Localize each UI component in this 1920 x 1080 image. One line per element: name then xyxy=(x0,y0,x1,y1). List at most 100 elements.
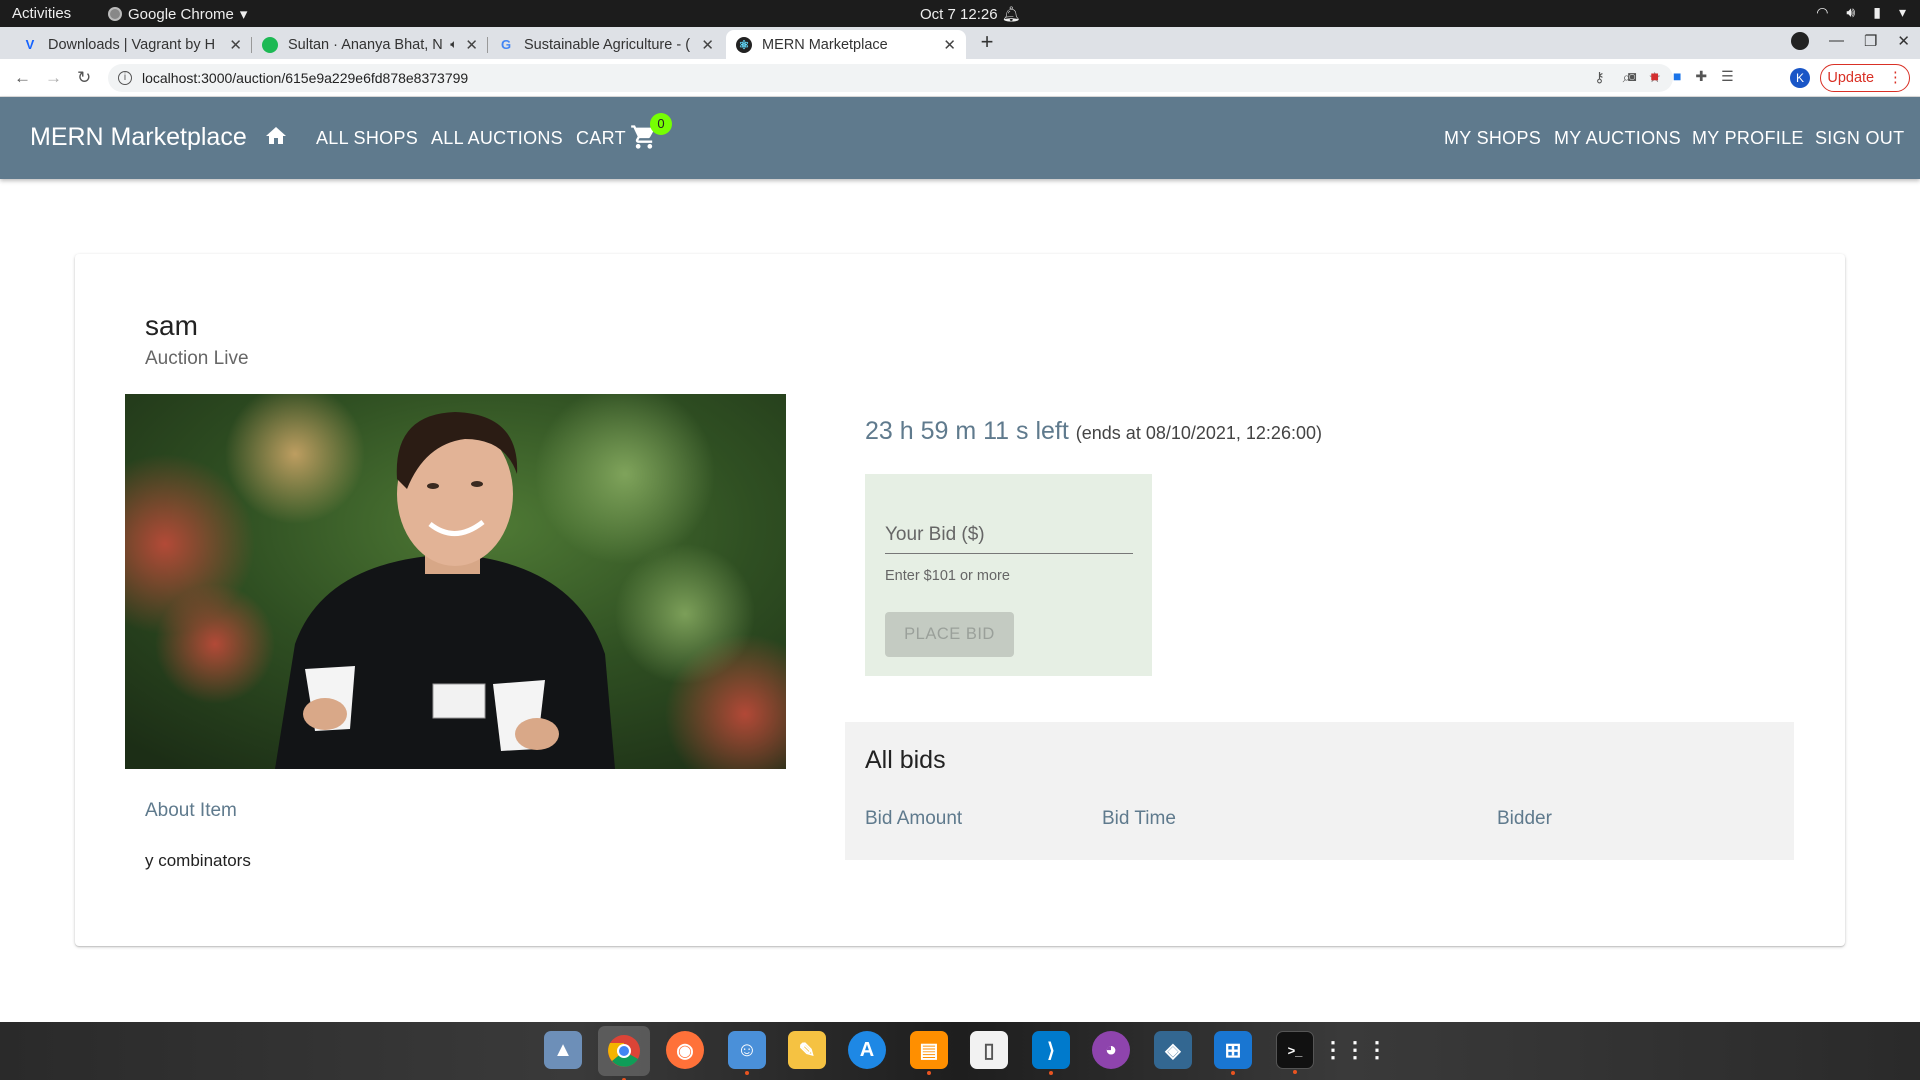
running-indicator xyxy=(1231,1071,1235,1075)
item-description: y combinators xyxy=(145,851,251,870)
bids-heading: All bids xyxy=(865,746,946,774)
profile-avatar[interactable]: K xyxy=(1790,68,1810,88)
brand-title[interactable]: MERN Marketplace xyxy=(30,123,247,152)
back-button[interactable]: ← xyxy=(14,68,31,88)
minimize-button[interactable]: — xyxy=(1829,32,1844,50)
dock-terminal-icon[interactable]: >_ xyxy=(1276,1031,1314,1074)
speaker-icon[interactable]: 🔈︎ xyxy=(450,37,457,52)
bid-input[interactable] xyxy=(885,553,1133,554)
activities-button[interactable]: Activities xyxy=(12,5,71,22)
react-icon: ⚛ xyxy=(736,36,752,53)
close-icon[interactable]: ✕ xyxy=(229,36,242,54)
tab-mern-marketplace[interactable]: ⚛ MERN Marketplace ✕ xyxy=(726,30,966,59)
nav-all-auctions[interactable]: ALL AUCTIONS xyxy=(431,128,563,149)
app-name: Google Chrome xyxy=(128,5,234,23)
home-icon[interactable] xyxy=(264,124,288,148)
about-item-heading: About Item xyxy=(145,800,237,821)
time-left: 23 h 59 m 11 s left (ends at 08/10/2021,… xyxy=(865,417,1322,446)
auction-title: sam xyxy=(145,310,198,341)
update-button[interactable]: Update ⋮ xyxy=(1820,64,1910,92)
dock-postgres-icon[interactable]: ◈ xyxy=(1154,1031,1192,1069)
restore-button[interactable]: ❐ xyxy=(1864,32,1877,50)
url-text: localhost:3000/auction/615e9a229e6fd878e… xyxy=(142,70,469,86)
battery-icon: ▮ xyxy=(1873,4,1881,20)
dock-app-store-icon[interactable]: A xyxy=(848,1031,886,1069)
dock-finder-icon[interactable]: ☺ xyxy=(728,1031,766,1075)
tab-vagrant[interactable]: V Downloads | Vagrant by H ✕ xyxy=(12,30,252,59)
dock-firefox-icon[interactable]: ◉ xyxy=(666,1031,704,1069)
camera-icon[interactable]: ◙ xyxy=(1628,68,1636,85)
extension-blue-icon[interactable]: ■ xyxy=(1673,68,1681,85)
dock-app-grid-icon[interactable]: ⋮⋮⋮ xyxy=(1322,1031,1388,1069)
chevron-down-icon: ▾ xyxy=(239,6,248,23)
google-icon: G xyxy=(500,37,512,52)
app-bar: MERN Marketplace ALL SHOPS ALL AUCTIONS … xyxy=(0,97,1920,179)
tab-strip: V Downloads | Vagrant by H ✕ Sultan · An… xyxy=(0,27,1920,59)
app-menu[interactable]: Google Chrome ▾ xyxy=(108,5,247,23)
auction-image xyxy=(125,394,786,769)
dock-image-viewer-icon[interactable]: ▲ xyxy=(544,1031,582,1069)
close-icon[interactable]: ✕ xyxy=(943,36,956,54)
tab-title: Sustainable Agriculture - ( xyxy=(524,36,691,53)
tab-title: Sultan · Ananya Bhat, N xyxy=(288,36,443,53)
dock-notes-icon[interactable]: ✎ xyxy=(788,1031,826,1069)
media-control-icon[interactable] xyxy=(1790,32,1809,50)
tab-spotify[interactable]: Sultan · Ananya Bhat, N 🔈︎ ✕ xyxy=(252,30,488,59)
dock-github-icon[interactable]: ◕ xyxy=(1092,1031,1130,1069)
key-icon[interactable]: ⚷ xyxy=(1594,69,1604,86)
dock-chrome-icon[interactable] xyxy=(598,1026,650,1080)
system-tray[interactable]: ◠ 🔊︎ ▮ ▾ xyxy=(1816,4,1906,21)
tab-google-search[interactable]: G Sustainable Agriculture - ( ✕ xyxy=(488,30,724,59)
extension-red-icon[interactable]: ■ xyxy=(1650,68,1658,85)
address-bar-row: ← → ↻ i localhost:3000/auction/615e9a229… xyxy=(0,59,1920,97)
column-bid-time: Bid Time xyxy=(1102,808,1176,829)
chevron-down-icon: ▾ xyxy=(1898,4,1906,20)
bell-icon: 🔔︎ xyxy=(1001,6,1021,23)
dock-remote-desktop-icon[interactable]: ⊞ xyxy=(1214,1031,1252,1075)
info-icon[interactable]: i xyxy=(118,71,132,85)
close-window-button[interactable]: ✕ xyxy=(1897,32,1910,50)
nav-cart[interactable]: CART xyxy=(576,128,626,149)
nav-my-auctions[interactable]: MY AUCTIONS xyxy=(1554,128,1681,149)
nav-my-shops[interactable]: MY SHOPS xyxy=(1444,128,1541,149)
close-icon[interactable]: ✕ xyxy=(701,36,714,54)
clock[interactable]: Oct 7 12:26 🔔︎ xyxy=(920,5,1021,23)
auction-status: Auction Live xyxy=(145,348,249,369)
extensions: ◙ ■ ■ ✚ ☰ xyxy=(1628,68,1734,85)
reading-list-icon[interactable]: ☰ xyxy=(1721,68,1734,85)
cart-count-badge: 0 xyxy=(650,113,672,135)
vagrant-icon: V xyxy=(25,37,35,52)
bids-table: All bids Bid Amount Bid Time Bidder xyxy=(845,722,1794,860)
chrome-icon xyxy=(108,7,122,21)
bid-input-label: Your Bid ($) xyxy=(885,524,985,545)
spotify-icon xyxy=(262,36,278,53)
nav-my-profile[interactable]: MY PROFILE xyxy=(1692,128,1804,149)
dock-vscode-icon[interactable]: ⟩ xyxy=(1032,1031,1070,1075)
url-field[interactable]: i localhost:3000/auction/615e9a229e6fd87… xyxy=(108,64,1673,92)
nav-sign-out[interactable]: SIGN OUT xyxy=(1815,128,1904,149)
running-indicator xyxy=(1049,1071,1053,1075)
bid-form: Your Bid ($) Enter $101 or more PLACE BI… xyxy=(865,474,1152,676)
dock-text-editor-icon[interactable]: ▯ xyxy=(970,1031,1008,1069)
nav-all-shops[interactable]: ALL SHOPS xyxy=(316,128,418,149)
running-indicator xyxy=(1293,1070,1297,1074)
dock-books-icon[interactable]: ▤ xyxy=(910,1031,948,1075)
auction-card: sam Auction Live About Item y combinator… xyxy=(75,254,1845,946)
system-top-bar: Activities Google Chrome ▾ Oct 7 12:26 🔔… xyxy=(0,0,1920,27)
wifi-icon: ◠ xyxy=(1816,4,1829,20)
close-icon[interactable]: ✕ xyxy=(465,36,478,54)
dock: ▲ ◉ ☺ ✎ A ▤ ▯ ⟩ ◕ ◈ ⊞ >_ ⋮⋮⋮ xyxy=(0,1022,1920,1080)
new-tab-button[interactable]: + xyxy=(975,31,999,54)
window-controls: — ❐ ✕ xyxy=(1790,32,1910,50)
running-indicator xyxy=(745,1071,749,1075)
tab-title: Downloads | Vagrant by H xyxy=(48,36,216,53)
countdown: 23 h 59 m 11 s left xyxy=(865,417,1069,445)
bid-helper-text: Enter $101 or more xyxy=(885,568,1010,584)
more-menu-icon: ⋮ xyxy=(1888,70,1903,86)
tab-title: MERN Marketplace xyxy=(762,36,888,53)
reload-button[interactable]: ↻ xyxy=(77,68,91,88)
puzzle-icon[interactable]: ✚ xyxy=(1695,68,1707,85)
place-bid-button[interactable]: PLACE BID xyxy=(885,612,1014,657)
forward-button[interactable]: → xyxy=(45,68,62,88)
column-bidder: Bidder xyxy=(1497,808,1552,829)
